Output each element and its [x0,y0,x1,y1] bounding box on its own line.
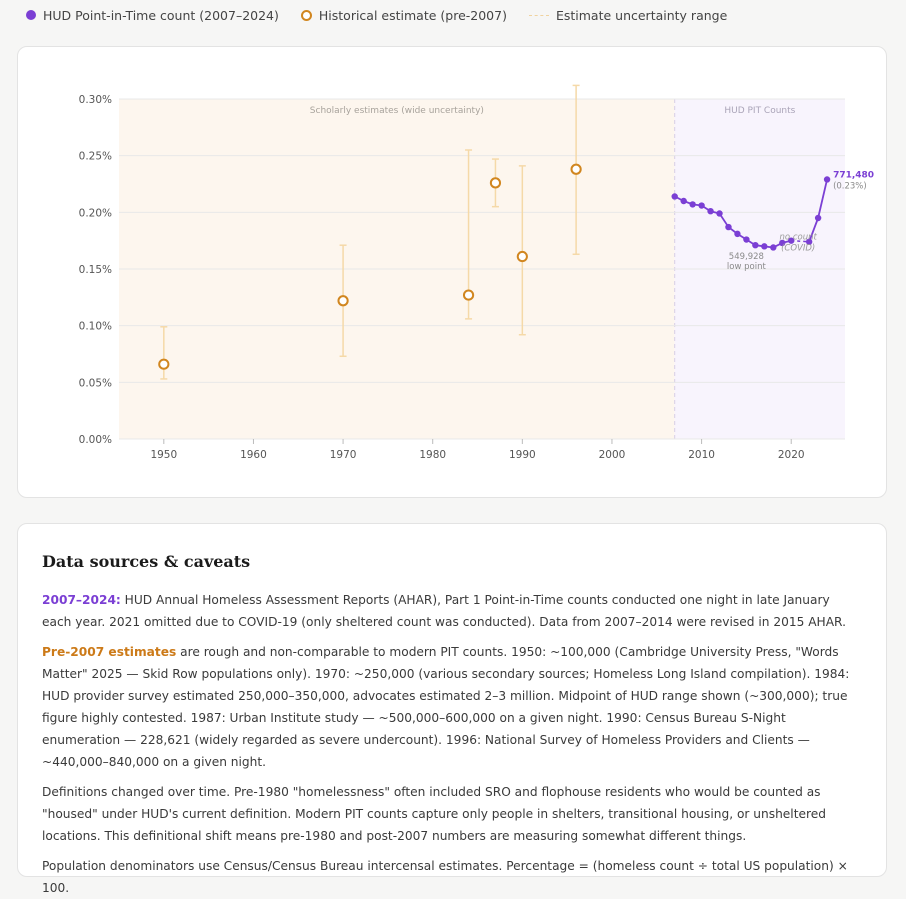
orange-ring-icon [300,9,312,21]
legend-label-historical: Historical estimate (pre-2007) [318,7,507,23]
hud-point [823,176,831,183]
historical-point [337,295,349,307]
y-tick-label: 0.20% [79,207,112,219]
notes-paragraph-pre2007: Pre-2007 estimates are rough and non-com… [42,641,862,773]
hud-point [671,193,678,200]
y-tick-label: 0.30% [79,94,112,106]
y-tick-label: 0.00% [79,434,112,446]
notes-title: Data sources & caveats [42,552,251,571]
y-tick-label: 0.10% [79,321,112,333]
x-axis-ticks: 1950 1960 1970 1980 1990 2000 2010 2020 [150,439,805,461]
hud-point [689,201,696,208]
historical-point [516,250,528,263]
notes-paragraph-denominators: Population denominators use Census/Censu… [42,859,848,895]
x-tick-label: 1980 [419,449,446,461]
annotation-gap-sub: (COVID) [781,244,815,254]
annotation-end-value: 771,480 [833,170,874,180]
homelessness-chart: Scholarly estimates (wide uncertainty) HU… [79,84,874,461]
annotation-low-value: 549,928 [729,252,764,262]
legend-item-hud[interactable]: HUD Point-in-Time count (2007–2024) [26,8,279,23]
y-axis-ticks: 0.00% 0.05% 0.10% 0.15% 0.20% 0.25% 0.30% [79,94,112,446]
hud-point [743,236,750,243]
hud-point [680,197,687,205]
hud-point [698,202,705,209]
hud-point [734,230,741,238]
x-tick-label: 1960 [240,449,267,461]
notes-pre2007-text: are rough and non-comparable to modern P… [42,645,850,769]
hud-point [770,244,777,251]
notes-hud-lead: 2007–2024: [42,593,121,607]
x-tick-label: 1970 [330,449,357,461]
historical-point [489,177,502,189]
x-tick-label: 1950 [150,449,177,461]
y-tick-label: 0.25% [79,151,112,163]
notes-pre2007-lead: Pre-2007 estimates [42,645,177,659]
notes-hud-text: HUD Annual Homeless Assessment Reports (… [42,593,846,629]
legend-label-hud: HUD Point-in-Time count (2007–2024) [43,7,279,23]
y-tick-label: 0.05% [79,377,112,389]
region-label-scholarly: Scholarly estimates (wide uncertainty) [310,106,484,116]
annotation-gap-label: no count [780,233,818,243]
notes-paragraph-hud: 2007–2024: HUD Annual Homeless Assessmen… [42,589,862,633]
legend-item-range[interactable]: Estimate uncertainty range [528,7,728,23]
hud-point [707,208,714,215]
historical-point [158,358,170,370]
x-tick-label: 2010 [688,449,715,461]
hud-point [752,242,759,249]
x-tick-label: 2000 [599,449,626,461]
hud-point [716,210,723,217]
notes-card: Data sources & caveats 2007–2024: HUD An… [17,523,887,895]
legend-label-range: Estimate uncertainty range [555,7,728,23]
purple-dot-icon [26,10,36,20]
region-label-hud: HUD PIT Counts [724,106,795,116]
x-tick-label: 1990 [509,449,536,461]
chart-card: Scholarly estimates (wide uncertainty) HU… [17,46,887,498]
hud-point [814,214,822,222]
notes-paragraph-definitions: Definitions changed over time. Pre-1980 … [42,785,826,843]
y-tick-label: 0.15% [79,264,112,276]
dashed-line-icon [528,14,549,16]
historical-point [570,163,582,175]
historical-point [462,289,475,301]
hud-point [725,223,732,231]
legend-item-historical[interactable]: Historical estimate (pre-2007) [300,7,507,23]
hud-point [761,243,768,250]
x-tick-label: 2020 [778,449,805,461]
annotation-end-pct: (0.23%) [833,181,867,191]
chart-legend: HUD Point-in-Time count (2007–2024) Hist… [26,6,727,24]
annotation-low-label: low point [727,262,767,272]
